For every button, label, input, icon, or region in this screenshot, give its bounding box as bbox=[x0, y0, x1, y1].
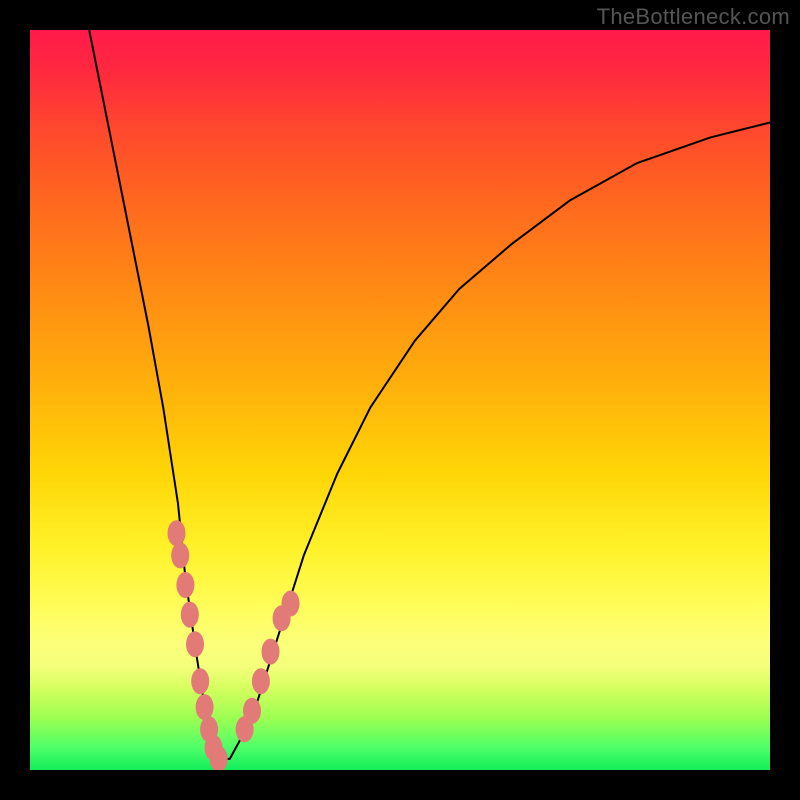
chart-svg bbox=[30, 30, 770, 770]
scatter-dots bbox=[168, 520, 300, 770]
plot-area bbox=[30, 30, 770, 770]
chart-frame: TheBottleneck.com bbox=[0, 0, 800, 800]
watermark-text: TheBottleneck.com bbox=[597, 4, 790, 30]
